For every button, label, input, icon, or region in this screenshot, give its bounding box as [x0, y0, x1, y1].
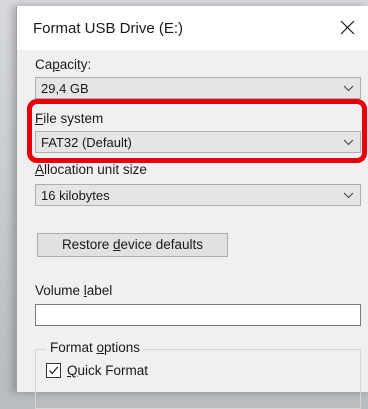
- chevron-down-icon: [343, 139, 354, 146]
- title-bar: Format USB Drive (E:): [17, 6, 368, 50]
- close-button[interactable]: [328, 10, 368, 46]
- file-system-label: File system: [35, 111, 104, 126]
- quick-format-checkbox[interactable]: [46, 363, 61, 378]
- capacity-dropdown[interactable]: 29,4 GB: [35, 77, 361, 99]
- volume-label-label: Volume label: [35, 283, 113, 298]
- checkmark-icon: [49, 366, 59, 375]
- allocation-dropdown[interactable]: 16 kilobytes: [35, 184, 361, 206]
- chevron-down-icon: [343, 85, 354, 92]
- format-options-group: Format options Quick Format: [35, 340, 361, 409]
- window-title: Format USB Drive (E:): [33, 20, 184, 37]
- file-system-value: FAT32 (Default): [41, 135, 132, 150]
- capacity-label: Capacity:: [35, 57, 92, 72]
- restore-defaults-button[interactable]: Restore device defaults: [37, 233, 228, 257]
- volume-label-input[interactable]: [35, 304, 361, 326]
- format-options-title: Format options: [46, 340, 145, 355]
- capacity-value: 29,4 GB: [41, 81, 89, 96]
- chevron-down-icon: [343, 192, 354, 199]
- format-dialog: Format USB Drive (E:) Capacity: 29,4 GB …: [16, 6, 368, 409]
- allocation-value: 16 kilobytes: [41, 188, 110, 203]
- close-icon: [340, 20, 355, 35]
- quick-format-label[interactable]: Quick Format: [67, 363, 148, 378]
- allocation-label: Allocation unit size: [35, 162, 147, 177]
- file-system-dropdown[interactable]: FAT32 (Default): [35, 131, 361, 153]
